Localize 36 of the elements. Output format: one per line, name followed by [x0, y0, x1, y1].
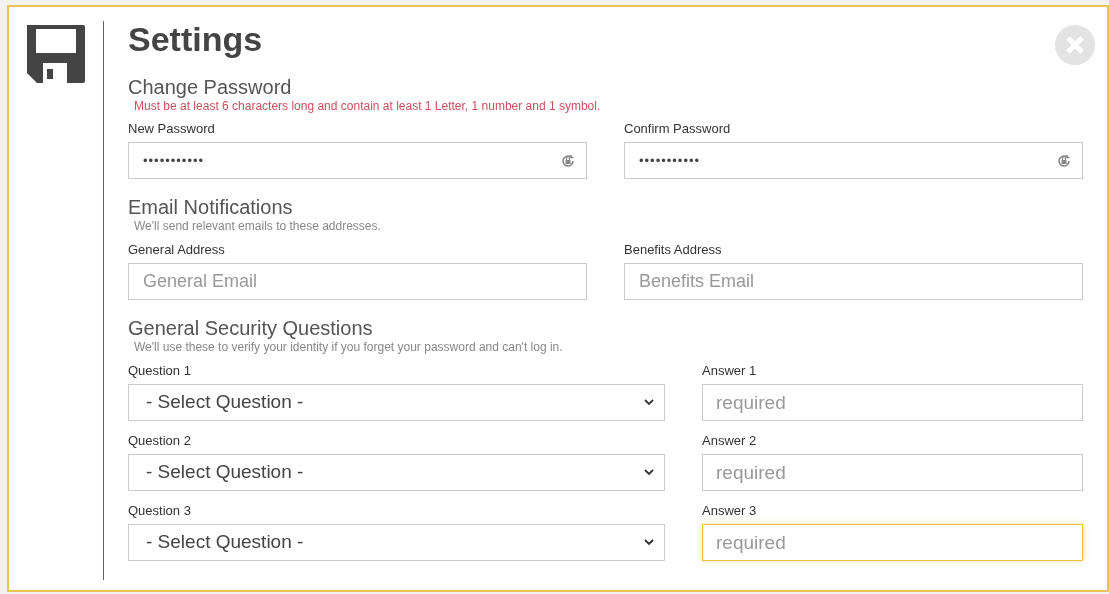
- section-heading: General Security Questions: [128, 316, 374, 340]
- password-value: •••••••••••: [639, 151, 701, 170]
- field-label: Confirm Password: [624, 121, 732, 137]
- section-heading: Email Notifications: [128, 195, 294, 219]
- email-field[interactable]: General Email: [128, 263, 587, 300]
- section-heading: Change Password: [128, 75, 293, 99]
- answer-field[interactable]: required: [702, 384, 1083, 421]
- password-field[interactable]: •••••••••••: [624, 142, 1083, 179]
- field-label: Question 3: [128, 503, 192, 519]
- field-label: Question 2: [128, 433, 192, 449]
- chevron-down-icon: [644, 399, 654, 406]
- chevron-down-icon: [644, 539, 654, 546]
- answer-field[interactable]: required: [702, 454, 1083, 491]
- field-label: Benefits Address: [624, 242, 723, 258]
- question-select[interactable]: - Select Question -: [128, 524, 665, 561]
- field-label: New Password: [128, 121, 216, 137]
- field-label: General Address: [128, 242, 226, 258]
- question-select[interactable]: - Select Question -: [128, 384, 665, 421]
- password-field[interactable]: •••••••••••: [128, 142, 587, 179]
- select-value: - Select Question -: [146, 530, 304, 555]
- password-value: •••••••••••: [143, 151, 205, 170]
- field-label: Answer 1: [702, 363, 758, 379]
- select-value: - Select Question -: [146, 390, 304, 415]
- answer-field[interactable]: required: [702, 524, 1083, 561]
- dialog-title: Settings: [128, 19, 263, 59]
- close-icon: [1065, 35, 1085, 55]
- email-field[interactable]: Benefits Email: [624, 263, 1083, 300]
- field-label: Question 1: [128, 363, 192, 379]
- field-label: Answer 3: [702, 503, 758, 519]
- question-select[interactable]: - Select Question -: [128, 454, 665, 491]
- select-value: - Select Question -: [146, 460, 304, 485]
- section-note: We'll use these to verify your identity if you forget your password and can't log in.: [133, 340, 564, 354]
- field-label: Answer 2: [702, 433, 758, 449]
- section-note: Must be at least 6 characters long and contain at least 1 Letter, 1 number and 1 symbol.: [133, 99, 602, 113]
- section-note: We'll send relevant emails to these addresses.: [133, 219, 382, 233]
- chevron-down-icon: [644, 469, 654, 476]
